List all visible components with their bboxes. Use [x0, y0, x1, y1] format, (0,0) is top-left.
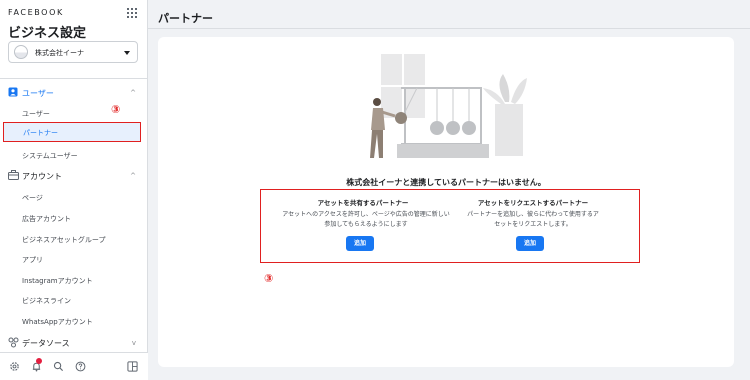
divider — [0, 78, 148, 79]
section-data-sources[interactable]: データソース v — [0, 334, 148, 352]
gear-icon[interactable] — [9, 361, 20, 372]
add-share-partner-button[interactable]: 追加 — [346, 236, 374, 251]
add-request-partner-button[interactable]: 追加 — [516, 236, 544, 251]
no-partners-message: 株式会社イーナと連携しているパートナーはいません。 — [346, 178, 546, 187]
header-divider — [148, 28, 750, 29]
caret-down-icon — [124, 51, 130, 55]
section-users[interactable]: ユーザー ^ — [0, 84, 148, 102]
section-accounts-label: アカウント — [22, 172, 62, 181]
request-partner-title: アセットをリクエストするパートナー — [477, 199, 589, 207]
sidebar-item-instagram-accounts[interactable]: Instagramアカウント — [22, 276, 93, 286]
sidebar-item-apps[interactable]: アプリ — [22, 255, 43, 265]
sidebar-item-business-asset-groups[interactable]: ビジネスアセットグループ — [22, 235, 105, 245]
users-icon — [8, 87, 18, 97]
section-accounts[interactable]: アカウント ^ — [0, 167, 148, 185]
request-partner-description: パートナーを追加し、彼らに代わって使用するア セットをリクエストします。 — [458, 210, 608, 230]
section-data-sources-label: データソース — [22, 339, 70, 348]
notification-badge — [36, 358, 42, 364]
sidebar-item-pages[interactable]: ページ — [22, 193, 43, 203]
chevron-up-icon: ^ — [130, 89, 136, 97]
business-account-selector[interactable]: 株式会社イーナ — [8, 41, 138, 63]
sidebar-item-partners[interactable]: パートナー — [3, 122, 141, 142]
apps-grid-icon[interactable] — [127, 8, 137, 18]
panel-icon[interactable] — [127, 361, 138, 372]
sidebar-item-whatsapp-accounts[interactable]: WhatsAppアカウント — [22, 317, 93, 327]
share-partner-desc-line-1: アセットへのアクセスを許可し、ページや広告の管理に新しい — [282, 211, 450, 218]
chevron-up-icon: ^ — [130, 172, 136, 180]
sidebar-item-business-lines[interactable]: ビジネスライン — [22, 296, 71, 306]
share-partner-description: アセットへのアクセスを許可し、ページや広告の管理に新しい 参加してもらえるように… — [270, 210, 462, 230]
sidebar-item-system-users[interactable]: システムユーザー — [22, 151, 78, 161]
brand-logo: FACEBOOK — [8, 8, 64, 17]
request-partner-desc-line-1: パートナーを追加し、彼らに代わって使用するア — [467, 211, 599, 218]
chevron-down-icon: v — [131, 339, 136, 347]
page-heading: ビジネス設定 — [8, 26, 87, 41]
sidebar-item-partners-label: パートナー — [23, 129, 58, 137]
briefcase-icon — [8, 170, 19, 180]
partners-card: 株式会社イーナと連携しているパートナーはいません。 アセットを共有するパートナー… — [158, 37, 734, 367]
data-sources-icon — [8, 337, 19, 348]
step-marker-bottom: ③ — [264, 272, 274, 285]
section-users-label: ユーザー — [22, 89, 54, 98]
sidebar: FACEBOOK ビジネス設定 株式会社イーナ ユーザー ^ ユーザー パートナ… — [0, 0, 148, 380]
search-icon[interactable] — [53, 361, 64, 372]
account-name: 株式会社イーナ — [35, 49, 84, 57]
newtons-cradle-illustration — [370, 54, 527, 158]
sidebar-bottom-bar — [0, 352, 148, 380]
sidebar-item-ad-accounts[interactable]: 広告アカウント — [22, 214, 71, 224]
step-marker-top: ③ — [111, 103, 121, 116]
share-partner-title: アセットを共有するパートナー — [317, 199, 409, 207]
help-icon[interactable] — [75, 361, 86, 372]
share-partner-desc-line-2: 参加してもらえるようにします — [324, 221, 408, 228]
avatar — [14, 45, 28, 59]
sidebar-item-users[interactable]: ユーザー — [22, 109, 50, 119]
request-partner-desc-line-2: セットをリクエストします。 — [494, 221, 572, 228]
page-title: パートナー — [158, 12, 213, 25]
